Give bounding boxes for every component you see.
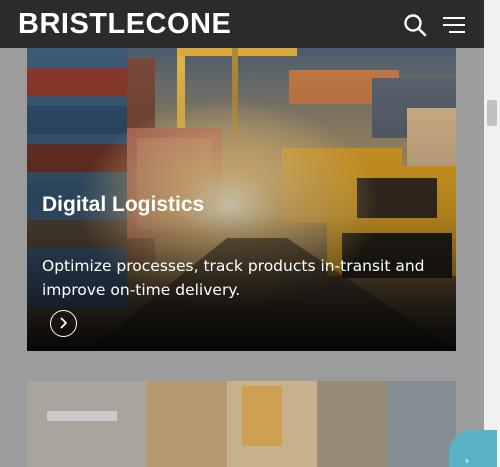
bristlecone-logo[interactable]: BRISTLECONE (18, 6, 231, 42)
page-scrollbar[interactable] (484, 0, 500, 467)
manufacturing-card[interactable] (27, 381, 456, 467)
card-title: Digital Logistics (42, 193, 205, 216)
card-description: Optimize processes, track products in-tr… (42, 257, 425, 299)
card-arrow-button[interactable] (50, 310, 77, 337)
manufacturing-hero-image (27, 381, 456, 467)
site-header: BRISTLECONE (0, 0, 484, 48)
search-icon (404, 14, 427, 37)
chevron-right-icon (60, 317, 67, 329)
chat-widget-button[interactable]: ⁹ (449, 430, 497, 467)
chat-icon: ⁹ (465, 459, 469, 467)
hamburger-menu-icon (443, 17, 465, 33)
digital-logistics-card[interactable]: Digital Logistics Optimize processes, tr… (27, 48, 456, 351)
menu-button[interactable] (440, 12, 468, 38)
scrollbar-thumb[interactable] (487, 100, 497, 126)
search-button[interactable] (402, 12, 428, 38)
